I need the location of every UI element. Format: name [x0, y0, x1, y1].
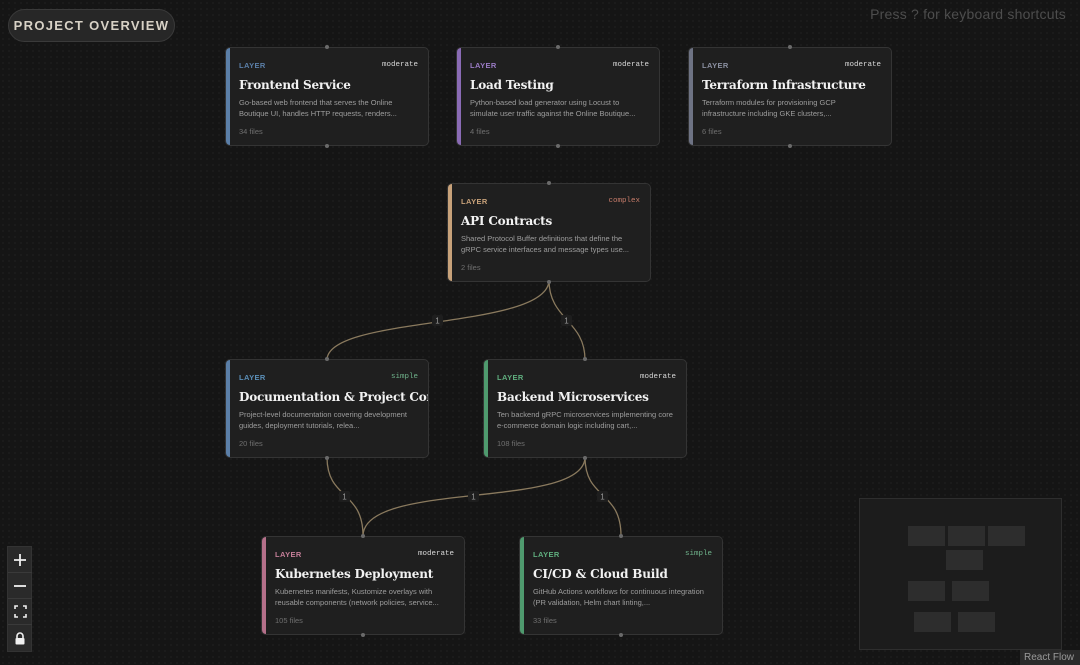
minus-icon — [14, 584, 26, 587]
node-accent-bar — [226, 360, 230, 457]
react-flow-attribution[interactable]: React Flow — [1019, 650, 1080, 665]
node-description: Python-based load generator using Locust… — [470, 98, 636, 118]
minimap-node — [946, 550, 983, 570]
node-accent-bar — [226, 48, 230, 145]
node-description: Go-based web frontend that serves the On… — [239, 98, 397, 118]
fit-view-icon — [13, 605, 27, 618]
node-backend-microservices[interactable]: LAYER moderate Backend Microservices Ten… — [483, 359, 687, 458]
node-title: Backend Microservices — [497, 390, 649, 404]
svg-text:1: 1 — [342, 493, 347, 502]
node-file-count: 20 files — [239, 439, 263, 448]
node-layer-label: LAYER — [470, 60, 497, 70]
node-title: CI/CD & Cloud Build — [533, 567, 668, 581]
minimap-node — [988, 526, 1025, 546]
node-frontend-service[interactable]: LAYER moderate Frontend Service Go-based… — [225, 47, 429, 146]
minimap-node — [908, 581, 945, 601]
node-description: Terraform modules for provisioning GCP i… — [702, 98, 836, 118]
node-layer-label: LAYER — [461, 196, 488, 206]
svg-text:1: 1 — [471, 493, 476, 502]
node-file-count: 34 files — [239, 127, 263, 136]
edge-label-backend-to-cicd: 1 — [597, 491, 608, 502]
node-accent-bar — [520, 537, 524, 634]
node-layer-label: LAYER — [275, 549, 302, 559]
lock-button[interactable] — [8, 625, 32, 651]
node-complexity-badge: moderate — [612, 61, 649, 69]
node-layer-label: LAYER — [239, 372, 266, 382]
fit-view-button[interactable] — [8, 599, 32, 625]
node-file-count: 4 files — [470, 127, 490, 136]
node-title: Kubernetes Deployment — [275, 567, 434, 581]
node-complexity-badge: simple — [390, 373, 418, 381]
node-title: API Contracts — [461, 214, 553, 228]
node-file-count: 2 files — [461, 263, 481, 272]
node-file-count: 33 files — [533, 616, 557, 625]
node-api-contracts[interactable]: LAYER complex API Contracts Shared Proto… — [447, 183, 651, 282]
minimap-node — [914, 612, 951, 632]
node-complexity-badge: moderate — [639, 373, 676, 381]
node-accent-bar — [689, 48, 693, 145]
minimap[interactable] — [859, 498, 1062, 650]
node-layer-label: LAYER — [497, 372, 524, 382]
node-title: Documentation & Project Config — [239, 390, 428, 404]
edge-label-api-to-backend: 1 — [561, 315, 572, 326]
zoom-in-button[interactable] — [8, 547, 32, 573]
node-accent-bar — [457, 48, 461, 145]
edge-label-backend-to-k8s: 1 — [468, 491, 479, 502]
node-file-count: 6 files — [702, 127, 722, 136]
node-load-testing[interactable]: LAYER moderate Load Testing Python-based… — [456, 47, 660, 146]
svg-text:1: 1 — [435, 317, 440, 326]
node-description: Project-level documentation covering dev… — [239, 410, 408, 430]
minimap-node — [948, 526, 985, 546]
node-complexity-badge: simple — [684, 550, 712, 558]
node-complexity-badge: moderate — [417, 550, 454, 558]
node-layer-label: LAYER — [239, 60, 266, 70]
node-description: Kubernetes manifests, Kustomize overlays… — [275, 587, 439, 607]
node-description: Ten backend gRPC microservices implement… — [497, 410, 673, 430]
node-kubernetes-deployment[interactable]: LAYER moderate Kubernetes Deployment Kub… — [261, 536, 465, 635]
node-complexity-badge: complex — [608, 197, 640, 205]
minimap-node — [908, 526, 945, 546]
plus-icon — [14, 553, 26, 566]
svg-text:1: 1 — [564, 317, 569, 326]
node-layer-label: LAYER — [702, 60, 729, 70]
zoom-out-button[interactable] — [8, 573, 32, 599]
edge-label-docs-to-k8s: 1 — [339, 491, 350, 502]
node-title: Terraform Infrastructure — [702, 78, 866, 92]
node-documentation-project-config[interactable]: LAYER simple Documentation & Project Con… — [225, 359, 429, 458]
minimap-node — [958, 612, 995, 632]
node-complexity-badge: moderate — [844, 61, 881, 69]
node-accent-bar — [484, 360, 488, 457]
node-accent-bar — [448, 184, 452, 281]
node-description: GitHub Actions workflows for continuous … — [533, 587, 704, 607]
lock-icon — [15, 631, 25, 644]
node-file-count: 105 files — [275, 616, 303, 625]
node-cicd-cloud-build[interactable]: LAYER simple CI/CD & Cloud Build GitHub … — [519, 536, 723, 635]
node-description: Shared Protocol Buffer definitions that … — [461, 234, 629, 254]
flow-controls — [7, 546, 32, 652]
node-file-count: 108 files — [497, 439, 525, 448]
project-overview-button[interactable]: PROJECT OVERVIEW — [8, 9, 175, 42]
node-accent-bar — [262, 537, 266, 634]
node-title: Load Testing — [470, 78, 554, 92]
node-layer-label: LAYER — [533, 549, 560, 559]
edge-label-api-to-docs: 1 — [432, 315, 443, 326]
node-complexity-badge: moderate — [381, 61, 418, 69]
node-title: Frontend Service — [239, 78, 351, 92]
node-terraform-infrastructure[interactable]: LAYER moderate Terraform Infrastructure … — [688, 47, 892, 146]
minimap-node — [952, 581, 989, 601]
keyboard-shortcut-hint: Press ? for keyboard shortcuts — [870, 6, 1066, 22]
svg-text:1: 1 — [600, 493, 605, 502]
